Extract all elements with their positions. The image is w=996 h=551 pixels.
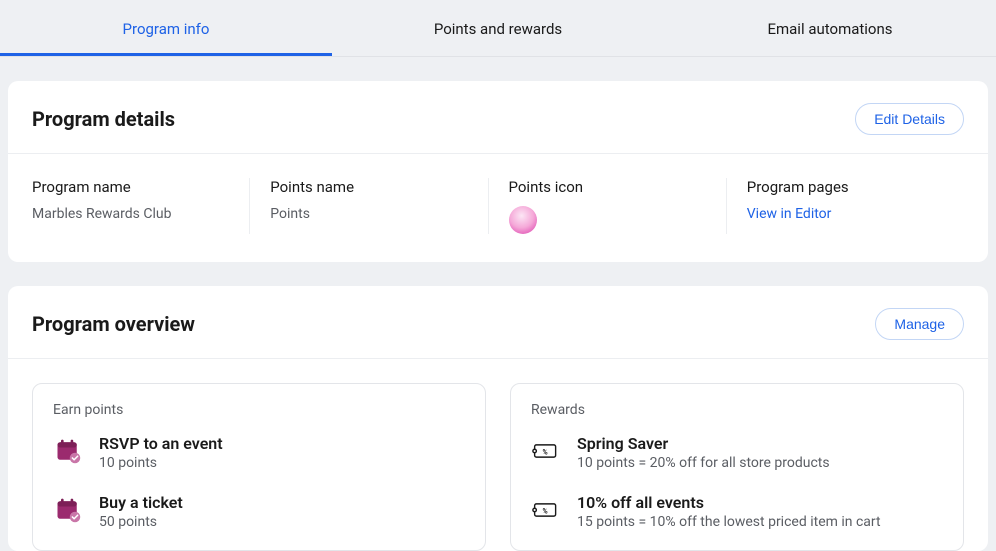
program-details-section: Program details Edit Details Program nam… — [8, 81, 988, 262]
detail-label-points-icon: Points icon — [509, 178, 706, 196]
detail-label-program-name: Program name — [32, 178, 229, 196]
detail-points-icon: Points icon — [488, 178, 726, 234]
rewards-heading: Rewards — [531, 402, 943, 418]
detail-label-points-name: Points name — [270, 178, 467, 196]
list-item: % 10% off all events 15 points = 10% off… — [531, 493, 943, 530]
detail-label-program-pages: Program pages — [747, 178, 944, 196]
list-item-title: 10% off all events — [577, 493, 943, 512]
list-item-title: Buy a ticket — [99, 493, 465, 512]
list-item-text: Spring Saver 10 points = 20% off for all… — [577, 434, 943, 471]
list-item-sub: 15 points = 10% off the lowest priced it… — [577, 514, 943, 530]
coupon-icon: % — [531, 436, 561, 466]
list-item: RSVP to an event 10 points — [53, 434, 465, 471]
tabs-bar: Program info Points and rewards Email au… — [0, 0, 996, 57]
list-item-sub: 50 points — [99, 514, 465, 530]
list-item-title: Spring Saver — [577, 434, 943, 453]
manage-button[interactable]: Manage — [875, 308, 964, 340]
calendar-check-icon — [53, 436, 83, 466]
detail-value-program-name: Marbles Rewards Club — [32, 206, 229, 222]
program-overview-section: Program overview Manage Earn points — [8, 286, 988, 551]
list-item: % Spring Saver 10 points = 20% off for a… — [531, 434, 943, 471]
svg-text:%: % — [543, 508, 548, 516]
detail-value-points-name: Points — [270, 206, 467, 222]
detail-program-pages: Program pages View in Editor — [726, 178, 964, 234]
view-in-editor-link[interactable]: View in Editor — [747, 206, 944, 222]
list-item-text: RSVP to an event 10 points — [99, 434, 465, 471]
edit-details-button[interactable]: Edit Details — [855, 103, 964, 135]
program-overview-header: Program overview Manage — [8, 286, 988, 358]
tab-email-automations[interactable]: Email automations — [664, 0, 996, 56]
list-item-text: 10% off all events 15 points = 10% off t… — [577, 493, 943, 530]
calendar-check-icon — [53, 495, 83, 525]
coupon-icon: % — [531, 495, 561, 525]
program-details-title: Program details — [32, 107, 175, 131]
program-details-header: Program details Edit Details — [8, 81, 988, 153]
program-overview-title: Program overview — [32, 312, 195, 336]
tab-points-rewards[interactable]: Points and rewards — [332, 0, 664, 56]
list-item-text: Buy a ticket 50 points — [99, 493, 465, 530]
rewards-card: Rewards % Spring Saver 10 points = 20% o… — [510, 383, 964, 551]
details-grid: Program name Marbles Rewards Club Points… — [8, 153, 988, 262]
list-item-sub: 10 points = 20% off for all store produc… — [577, 455, 943, 471]
overview-body: Earn points RSVP to an event 10 points — [8, 358, 988, 551]
detail-points-name: Points name Points — [249, 178, 487, 234]
earn-points-card: Earn points RSVP to an event 10 points — [32, 383, 486, 551]
list-item-title: RSVP to an event — [99, 434, 465, 453]
list-item-sub: 10 points — [99, 455, 465, 471]
tab-program-info[interactable]: Program info — [0, 0, 332, 56]
detail-program-name: Program name Marbles Rewards Club — [32, 178, 249, 234]
earn-points-heading: Earn points — [53, 402, 465, 418]
list-item: Buy a ticket 50 points — [53, 493, 465, 530]
points-icon — [509, 206, 537, 234]
svg-text:%: % — [543, 449, 548, 457]
